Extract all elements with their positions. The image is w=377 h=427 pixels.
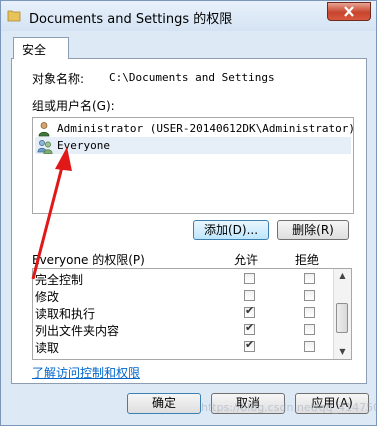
permission-name: 读取和执行 bbox=[35, 307, 96, 321]
object-name-label: 对象名称: bbox=[32, 72, 85, 86]
permission-row-full-control: 完全控制 bbox=[33, 270, 333, 287]
permissions-scrollbar[interactable]: ▲ ▼ bbox=[333, 269, 351, 359]
window-title: Documents and Settings 的权限 bbox=[29, 12, 233, 27]
folder-icon bbox=[7, 8, 21, 22]
deny-checkbox[interactable] bbox=[304, 273, 315, 284]
user-icon bbox=[37, 121, 53, 137]
permissions-label: Everyone 的权限(P) bbox=[32, 253, 145, 267]
allow-checkbox[interactable]: ✔ bbox=[244, 321, 255, 335]
object-name-value: C:\Documents and Settings bbox=[109, 71, 275, 84]
close-icon bbox=[344, 6, 354, 17]
deny-checkbox[interactable] bbox=[304, 341, 315, 352]
allow-checkbox[interactable] bbox=[244, 290, 255, 301]
deny-checkbox[interactable] bbox=[304, 307, 315, 318]
scroll-thumb[interactable] bbox=[336, 303, 348, 333]
groups-label: 组或用户名(G): bbox=[32, 99, 115, 113]
scroll-up-icon[interactable]: ▲ bbox=[334, 269, 351, 283]
check-mark-icon: ✔ bbox=[245, 338, 255, 351]
remove-button[interactable]: 删除(R) bbox=[277, 220, 349, 240]
close-button[interactable] bbox=[327, 2, 371, 21]
deny-column-header: 拒绝 bbox=[295, 253, 320, 267]
permission-row-modify: 修改 bbox=[33, 287, 333, 304]
access-control-help-link[interactable]: 了解访问控制和权限 bbox=[32, 364, 140, 381]
permission-name: 列出文件夹内容 bbox=[35, 324, 120, 338]
permissions-dialog: Documents and Settings 的权限 安全 对象名称: C:\D… bbox=[0, 0, 377, 426]
list-item-label: Everyone bbox=[57, 139, 110, 152]
permission-row-list-folder: 列出文件夹内容 ✔ bbox=[33, 321, 333, 338]
watermark: https://blog.csdn.net/qq_41475067 bbox=[201, 401, 377, 414]
permission-row-read: 读取 ✔ bbox=[33, 338, 333, 355]
deny-checkbox[interactable] bbox=[304, 290, 315, 301]
group-icon bbox=[37, 138, 53, 154]
list-item-everyone[interactable]: Everyone bbox=[35, 137, 351, 154]
permission-row-read-execute: 读取和执行 ✔ bbox=[33, 304, 333, 321]
list-item-administrator[interactable]: Administrator (USER-20140612DK\Administr… bbox=[35, 120, 355, 137]
allow-checkbox[interactable]: ✔ bbox=[244, 338, 255, 352]
tab-security-label: 安全 bbox=[22, 43, 47, 57]
tab-security[interactable]: 安全 bbox=[13, 37, 69, 59]
permission-name: 完全控制 bbox=[35, 273, 84, 287]
title-bar[interactable]: Documents and Settings 的权限 bbox=[1, 1, 376, 31]
permission-name: 修改 bbox=[35, 290, 60, 304]
allow-column-header: 允许 bbox=[234, 253, 259, 267]
allow-checkbox[interactable] bbox=[244, 273, 255, 284]
security-panel: 对象名称: C:\Documents and Settings 组或用户名(G)… bbox=[11, 58, 367, 384]
check-mark-icon: ✔ bbox=[245, 304, 255, 317]
ok-button[interactable]: 确定 bbox=[127, 393, 201, 414]
groups-listbox[interactable]: Administrator (USER-20140612DK\Administr… bbox=[32, 117, 355, 214]
check-mark-icon: ✔ bbox=[245, 321, 255, 334]
permission-name: 读取 bbox=[35, 341, 60, 355]
permissions-list[interactable]: 完全控制 修改 读取和执行 ✔ 列出文件夹内容 ✔ 读取 ✔ ▲ ▼ bbox=[32, 268, 352, 360]
scroll-down-icon[interactable]: ▼ bbox=[334, 345, 351, 359]
add-button[interactable]: 添加(D)... bbox=[193, 220, 269, 240]
list-item-label: Administrator (USER-20140612DK\Administr… bbox=[57, 122, 356, 135]
allow-checkbox[interactable]: ✔ bbox=[244, 304, 255, 318]
deny-checkbox[interactable] bbox=[304, 324, 315, 335]
